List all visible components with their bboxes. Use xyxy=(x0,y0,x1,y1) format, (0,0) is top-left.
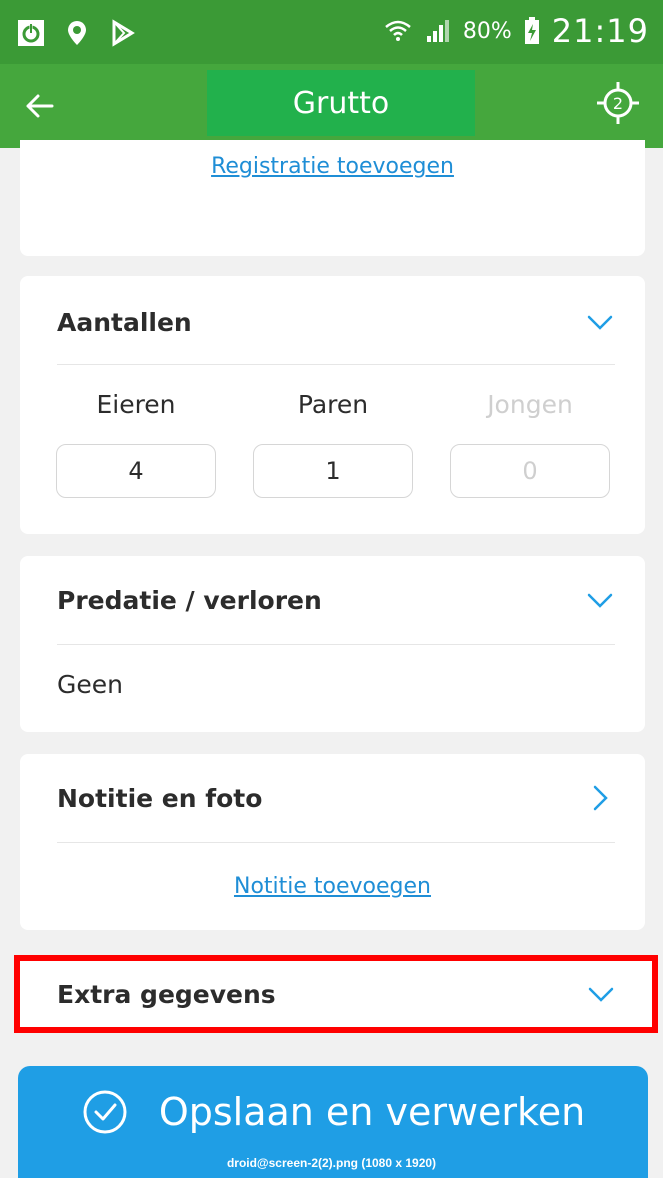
divider xyxy=(57,644,615,645)
predation-value[interactable]: Geen xyxy=(57,670,123,699)
screenshot-caption: droid@screen-2(2).png (1080 x 1920) xyxy=(226,1156,437,1170)
status-bar: 80% 21:19 xyxy=(0,0,663,64)
signal-icon xyxy=(426,20,449,42)
predation-card: Predatie / verloren Geen xyxy=(20,556,645,732)
wifi-icon xyxy=(385,20,411,41)
section-title: Notitie en foto xyxy=(57,783,263,813)
save-label: Opslaan en verwerken xyxy=(158,1090,586,1134)
section-title: Predatie / verloren xyxy=(57,585,322,615)
extra-header[interactable]: Extra gegevens xyxy=(57,961,616,1027)
back-arrow-icon[interactable] xyxy=(18,84,62,128)
chevron-down-icon[interactable] xyxy=(585,307,615,337)
predation-header[interactable]: Predatie / verloren xyxy=(57,560,615,640)
add-note-link[interactable]: Notitie toevoegen xyxy=(20,874,645,899)
app-bar: Grutto 2 xyxy=(0,64,663,148)
battery-icon xyxy=(524,17,539,44)
extra-data-section[interactable]: Extra gegevens xyxy=(14,955,658,1033)
location-icon xyxy=(68,21,86,45)
notes-card: Notitie en foto Notitie toevoegen xyxy=(20,754,645,930)
eggs-label: Eieren xyxy=(96,390,176,419)
divider xyxy=(57,842,615,843)
gps-badge: 2 xyxy=(613,94,623,113)
add-registration-link[interactable]: Registratie toevoegen xyxy=(20,154,645,179)
chevron-right-icon[interactable] xyxy=(585,783,615,813)
battery-percent: 80% xyxy=(462,18,512,44)
play-store-icon xyxy=(112,19,135,47)
pairs-input[interactable]: 1 xyxy=(253,444,413,498)
chevron-down-icon[interactable] xyxy=(586,979,616,1009)
counts-header[interactable]: Aantallen xyxy=(57,282,615,362)
section-title: Aantallen xyxy=(57,307,192,337)
divider xyxy=(57,364,615,365)
power-icon xyxy=(18,20,44,46)
eggs-input[interactable]: 4 xyxy=(56,444,216,498)
chevron-down-icon[interactable] xyxy=(585,585,615,615)
page-title: Grutto xyxy=(207,70,475,136)
chicks-input: 0 xyxy=(450,444,610,498)
counts-card: Aantallen Eieren Paren Jongen 4 1 0 xyxy=(20,276,645,534)
section-title: Extra gegevens xyxy=(57,979,276,1009)
gps-locate-icon[interactable]: 2 xyxy=(593,78,643,128)
pairs-label: Paren xyxy=(297,390,369,419)
check-circle-icon xyxy=(83,1090,127,1134)
registration-card: Registratie toevoegen xyxy=(20,140,645,256)
notes-header[interactable]: Notitie en foto xyxy=(57,758,615,838)
chicks-label: Jongen xyxy=(487,390,573,419)
clock: 21:19 xyxy=(551,12,649,50)
